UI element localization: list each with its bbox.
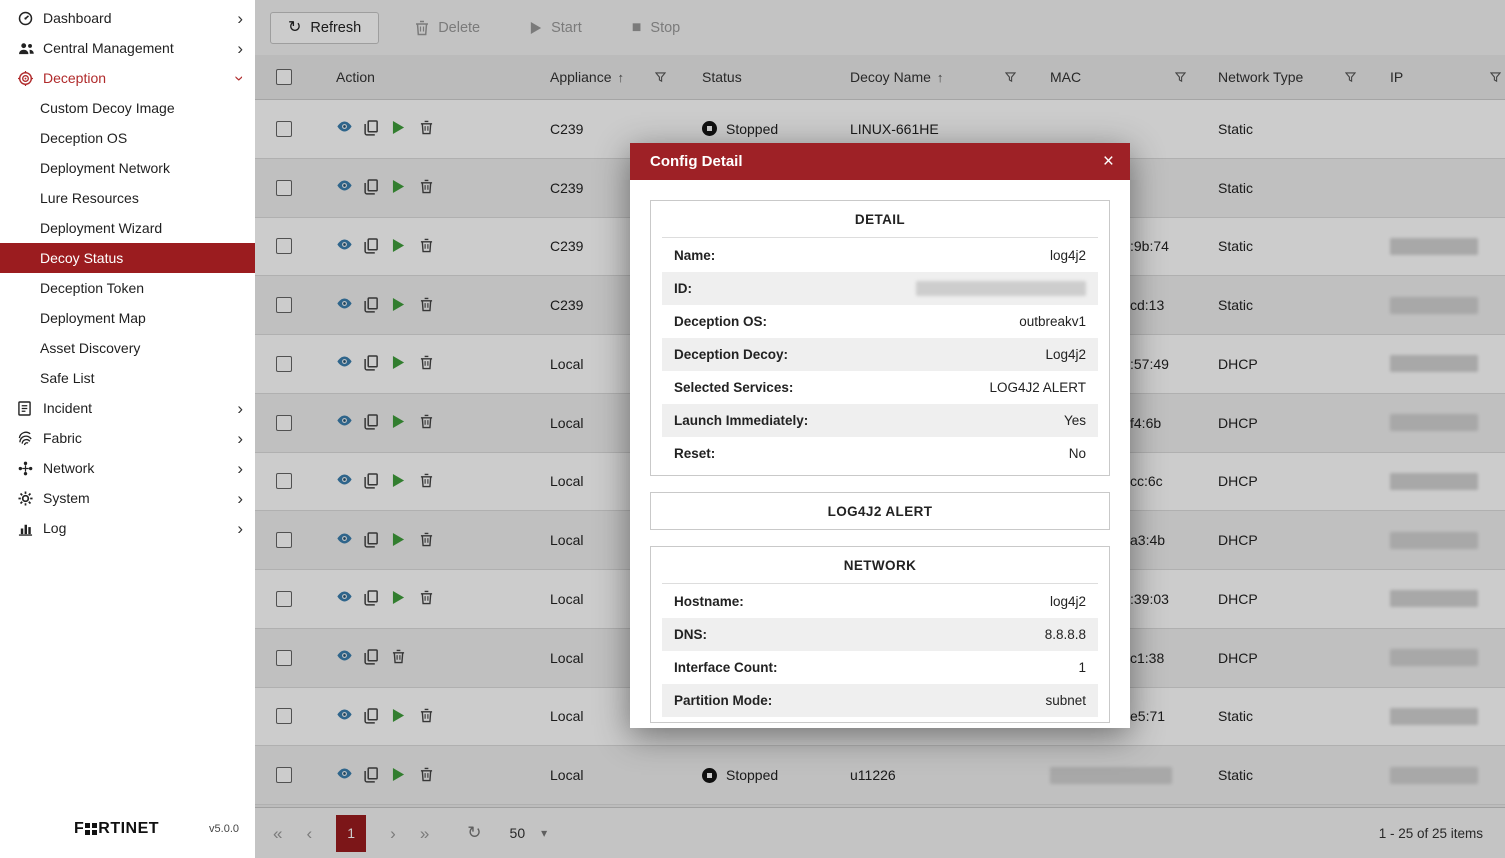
chevron-right-icon: › [237,490,243,507]
detail-row: Selected Services: LOG4J2 ALERT [662,371,1098,404]
detail-row: DNS: 8.8.8.8 [662,618,1098,651]
modal-section-network: NETWORK Hostname: log4j2 DNS: 8.8.8.8 Interfa… [650,546,1110,723]
sidebar-subitem-lure-resources[interactable]: Lure Resources [0,183,255,213]
detail-label: DNS: [674,627,707,642]
detail-label: ID: [674,281,692,296]
detail-value: 8.8.8.8 [1045,627,1086,642]
detail-row: Hostname: log4j2 [662,585,1098,618]
sidebar-subitem-deception-os[interactable]: Deception OS [0,123,255,153]
sidebar-subitem-asset-discovery[interactable]: Asset Discovery [0,333,255,363]
detail-row: Name: log4j2 [662,239,1098,272]
detail-value: No [1069,446,1086,461]
detail-row: ID: [662,272,1098,305]
chevron-right-icon: › [237,40,243,57]
sidebar-item-label: Dashboard [43,10,237,26]
detail-label: Partition Mode: [674,693,772,708]
detail-value: log4j2 [1050,594,1086,609]
sidebar-item-label: Network [43,460,237,476]
sidebar-item-label: Deception [43,70,237,86]
incident-icon [18,401,43,416]
detail-row: Launch Immediately: Yes [662,404,1098,437]
modal-body: DETAIL Name: log4j2 ID: Deception OS: outbrea… [630,180,1130,728]
section-title: DETAIL [662,201,1098,238]
chevron-down-icon: › [232,75,249,81]
section-rows: Hostname: log4j2 DNS: 8.8.8.8 Interface Coun… [651,584,1109,722]
detail-label: Launch Immediately: [674,413,808,428]
sidebar-item-log[interactable]: Log› [0,513,255,543]
detail-value: outbreakv1 [1019,314,1086,329]
detail-value: log4j2 [1050,248,1086,263]
detail-row: Reset: No [662,437,1098,470]
detail-label: Hostname: [674,594,744,609]
detail-value: Log4j2 [1045,347,1086,362]
detail-row: Deception Decoy: Log4j2 [662,338,1098,371]
detail-label: Deception OS: [674,314,767,329]
sidebar-item-fabric[interactable]: Fabric› [0,423,255,453]
sidebar-item-central-management[interactable]: Central Management› [0,33,255,63]
detail-value: LOG4J2 ALERT [989,380,1086,395]
fortinet-logo: F RTINET [74,820,159,838]
detail-value: Yes [1064,413,1086,428]
sidebar-item-label: Fabric [43,430,237,446]
sidebar-footer: F RTINET v5.0.0 [0,812,255,858]
sidebar-subitem-decoy-status[interactable]: Decoy Status [0,243,255,273]
detail-label: Name: [674,248,715,263]
system-icon [18,491,43,506]
sidebar-item-incident[interactable]: Incident› [0,393,255,423]
detail-value: subnet [1045,693,1086,708]
sidebar-subitem-deployment-wizard[interactable]: Deployment Wizard [0,213,255,243]
sidebar-subitem-deception-token[interactable]: Deception Token [0,273,255,303]
sidebar-subitem-deployment-network[interactable]: Deployment Network [0,153,255,183]
sidebar-item-label: Log [43,520,237,536]
chevron-right-icon: › [237,520,243,537]
section-title: NETWORK [662,547,1098,584]
logo-grid-icon [85,823,97,835]
sidebar-menu: Dashboard›Central Management›Deception›C… [0,0,255,812]
version-label: v5.0.0 [209,823,239,835]
chevron-right-icon: › [237,430,243,447]
detail-label: Reset: [674,446,715,461]
fabric-icon [18,431,43,446]
app-window: Dashboard›Central Management›Deception›C… [0,0,1505,858]
modal-header: Config Detail × [630,143,1130,180]
detail-label: Interface Count: [674,660,778,675]
detail-label: Deception Decoy: [674,347,788,362]
detail-row: Partition Mode: subnet [662,684,1098,717]
sidebar-subitem-custom-decoy-image[interactable]: Custom Decoy Image [0,93,255,123]
modal-section-detail: DETAIL Name: log4j2 ID: Deception OS: outbrea… [650,200,1110,476]
dashboard-icon [18,11,43,26]
sidebar-item-label: Central Management [43,40,237,56]
chevron-right-icon: › [237,10,243,27]
network-icon [18,461,43,476]
sidebar-item-system[interactable]: System› [0,483,255,513]
detail-label: Selected Services: [674,380,793,395]
sidebar-item-deception[interactable]: Deception› [0,63,255,93]
sidebar-item-network[interactable]: Network› [0,453,255,483]
users-icon [18,42,43,55]
chevron-right-icon: › [237,400,243,417]
detail-row: Deception OS: outbreakv1 [662,305,1098,338]
detail-value: 1 [1078,660,1086,675]
deception-icon [18,71,43,86]
config-detail-modal: Config Detail × DETAIL Name: log4j2 ID: Dece… [630,143,1130,728]
sidebar-item-label: System [43,490,237,506]
log-icon [18,521,43,536]
section-rows: Name:log4j2ID:Deception OS:outbreakv1Dec… [651,238,1109,475]
sidebar-item-dashboard[interactable]: Dashboard› [0,3,255,33]
logo-letter-f: F [74,820,84,838]
section-title: LOG4J2 ALERT [662,493,1098,529]
redacted-value [916,281,1086,296]
close-icon[interactable]: × [1103,151,1114,173]
sidebar-subitem-deployment-map[interactable]: Deployment Map [0,303,255,333]
chevron-right-icon: › [237,460,243,477]
sidebar-subitem-safe-list[interactable]: Safe List [0,363,255,393]
sidebar: Dashboard›Central Management›Deception›C… [0,0,255,858]
sidebar-item-label: Incident [43,400,237,416]
logo-letters: RTINET [98,820,159,838]
modal-title: Config Detail [650,153,743,170]
modal-section-log4j2-alert: LOG4J2 ALERT [650,492,1110,530]
detail-row: Interface Count: 1 [662,651,1098,684]
